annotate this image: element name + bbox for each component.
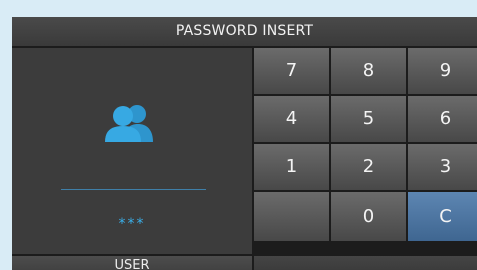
key-9[interactable]: 9 [408, 48, 477, 94]
key-8[interactable]: 8 [331, 48, 406, 94]
page-title: PASSWORD INSERT [12, 17, 477, 46]
users-icon [105, 105, 153, 142]
user-area: *** [12, 48, 252, 254]
key-2[interactable]: 2 [331, 144, 406, 190]
key-0[interactable]: 0 [331, 192, 406, 241]
footer-bar [254, 256, 477, 270]
key-7[interactable]: 7 [254, 48, 329, 94]
password-field[interactable]: *** [12, 216, 252, 232]
key-clear[interactable]: C [408, 192, 477, 241]
key-3[interactable]: 3 [408, 144, 477, 190]
key-4[interactable]: 4 [254, 96, 329, 142]
password-insert-panel: PASSWORD INSERT *** 7 8 9 4 5 6 1 2 3 0 … [12, 17, 477, 270]
password-divider [61, 189, 206, 190]
key-6[interactable]: 6 [408, 96, 477, 142]
user-button[interactable]: USER [12, 256, 252, 270]
key-5[interactable]: 5 [331, 96, 406, 142]
key-1[interactable]: 1 [254, 144, 329, 190]
key-blank[interactable] [254, 192, 329, 241]
